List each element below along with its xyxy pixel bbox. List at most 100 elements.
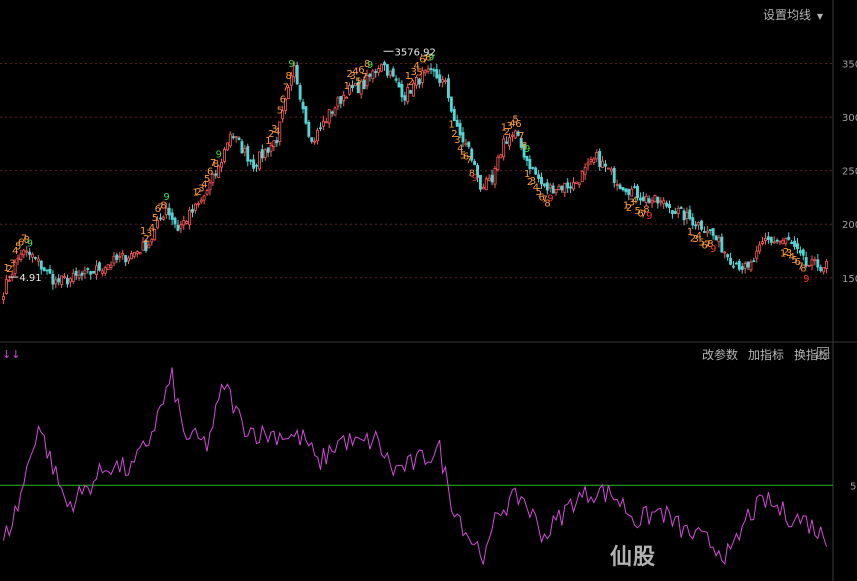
candle-body (205, 190, 209, 195)
candle-body (583, 166, 587, 175)
price-annotation: 3576.92 (395, 47, 436, 58)
candle-body (220, 161, 224, 168)
candle-body (548, 184, 552, 189)
oscillator-series: 5 (0, 367, 856, 566)
candle-body (627, 188, 631, 195)
candle-body (793, 240, 796, 247)
candle-body (60, 275, 64, 285)
candle-body (272, 140, 276, 148)
candle-body (403, 95, 407, 101)
candle-body (83, 270, 87, 274)
candle-body (734, 262, 738, 265)
candle-body (700, 220, 703, 230)
candle-body (729, 257, 733, 265)
candle-body (708, 229, 712, 232)
candle-body (260, 149, 264, 159)
candle-body (351, 84, 354, 89)
candle-body (633, 186, 637, 189)
arrow-down-icon: ↓↓ (2, 348, 20, 361)
candle-body (34, 256, 37, 259)
candle-body (816, 259, 820, 268)
td-count-label: 9 (27, 238, 33, 249)
candle-body (551, 185, 555, 194)
candle-body (505, 141, 509, 144)
candle-body (702, 231, 706, 233)
candle-body (324, 121, 328, 124)
candle-body (275, 140, 279, 144)
candle-body (586, 162, 590, 166)
candle-body (182, 220, 186, 226)
td-count-label: 9 (472, 173, 478, 184)
candle-body (444, 80, 447, 83)
candle-body (810, 259, 814, 266)
candle-body (121, 252, 125, 256)
candle-body (243, 147, 247, 153)
candle-body (787, 236, 791, 240)
candle-body (36, 258, 40, 262)
candle-body (784, 238, 788, 244)
candle-body (255, 164, 258, 167)
candle-body (249, 159, 253, 162)
candle-body (159, 217, 162, 220)
price-and-indicator-chart: 350300250200150 123456789123456789123456… (0, 0, 857, 581)
candle-body (103, 267, 107, 274)
candle-body (371, 70, 375, 79)
candle-body (592, 158, 596, 163)
close-indicator-icon[interactable] (817, 347, 829, 359)
candle-body (388, 70, 392, 76)
candle-body (138, 252, 142, 255)
price-axis: 350 300 250 200 150 (842, 60, 857, 285)
candle-body (161, 216, 165, 220)
candle-body (48, 268, 52, 274)
candle-body (682, 210, 686, 221)
candle-body (711, 228, 715, 236)
add-indicator-button[interactable]: 加指标 (748, 346, 784, 363)
candle-body (2, 296, 5, 301)
candle-body (170, 212, 174, 220)
candle-body (109, 264, 113, 268)
candle-body (478, 174, 482, 190)
candle-body (595, 151, 599, 160)
candle-body (461, 132, 465, 143)
ma-settings-label: 设置均线 (763, 8, 812, 22)
edit-params-button[interactable]: 改参数 (702, 346, 738, 363)
candle-body (569, 186, 573, 189)
candle-body (234, 136, 238, 139)
candle-body (435, 69, 439, 79)
candle-body (92, 270, 96, 274)
candle-body (112, 255, 116, 264)
candle-body (223, 148, 226, 162)
candle-body (589, 159, 593, 162)
candle-body (51, 273, 55, 285)
candle-body (481, 186, 485, 190)
candle-body (39, 260, 43, 270)
candle-body (554, 189, 558, 194)
candle-body (644, 195, 648, 203)
candle-body (25, 250, 29, 253)
candle-body (252, 159, 256, 169)
ma-settings-button[interactable]: 设置均线 ▼ (763, 6, 823, 23)
td-count-label: 9 (524, 144, 530, 155)
candle-body (327, 108, 331, 124)
candle-body (330, 111, 334, 114)
candle-body (798, 250, 802, 254)
candle-body (662, 200, 666, 205)
candle-body (237, 137, 241, 141)
candle-body (397, 82, 401, 88)
candle-body (368, 73, 372, 77)
candle-body (487, 177, 491, 181)
candle-body (737, 260, 741, 270)
candle-body (685, 211, 689, 220)
candle-body (97, 262, 101, 271)
candle-body (179, 224, 183, 229)
candle-body (54, 279, 58, 285)
candle-body (409, 90, 413, 94)
candle-body (147, 244, 151, 249)
candle-body (240, 141, 244, 154)
candle-body (624, 188, 628, 193)
candle-body (316, 129, 320, 142)
candle-body (57, 278, 61, 283)
candle-body (199, 199, 203, 203)
candle-body (167, 207, 171, 216)
candle-body (499, 154, 503, 159)
